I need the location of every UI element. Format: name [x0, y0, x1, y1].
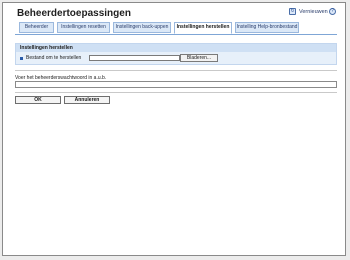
refresh-label: Vernieuwen [299, 8, 328, 15]
section-header: Instellingen herstellen [16, 44, 336, 52]
file-path-input[interactable] [89, 55, 180, 61]
divider [15, 70, 337, 71]
tab-beheerder[interactable]: Beheerder [19, 22, 54, 33]
help-icon[interactable]: ? [329, 8, 336, 15]
tab-instellingen-resetten[interactable]: Instellingen resetten [57, 22, 110, 33]
page-title: Beheerdertoepassingen [17, 8, 131, 19]
restore-section: Instellingen herstellen Bestand om te he… [15, 43, 337, 65]
cancel-button[interactable]: Annuleren [64, 96, 110, 104]
refresh-button[interactable]: ↻ Vernieuwen [289, 8, 328, 15]
tab-instelling-help-bronbestand[interactable]: Instelling Help-bronbestand [235, 22, 299, 33]
required-bullet-icon [20, 56, 23, 60]
password-field[interactable] [15, 81, 337, 88]
tab-bar: Beheerder Instellingen resetten Instelli… [15, 22, 337, 35]
file-label: Bestand om te herstellen [26, 55, 82, 61]
app-window: Beheerdertoepassingen ↻ Vernieuwen ? Beh… [2, 2, 346, 256]
section-title: Instellingen herstellen [20, 45, 73, 51]
divider [15, 92, 337, 93]
tab-instellingen-backuppen[interactable]: Instellingen back-uppen [113, 22, 171, 33]
ok-button[interactable]: OK [15, 96, 61, 104]
refresh-icon: ↻ [289, 8, 296, 15]
file-row: Bestand om te herstellen [20, 55, 81, 61]
tab-instellingen-herstellen[interactable]: Instellingen herstellen [174, 22, 232, 34]
browse-button[interactable]: Bladeren... [180, 54, 218, 62]
